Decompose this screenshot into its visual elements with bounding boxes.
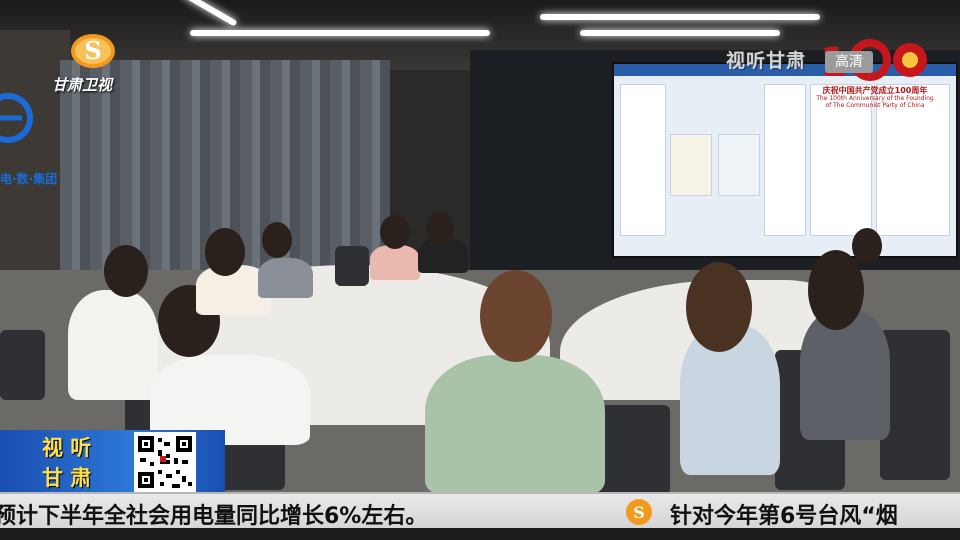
station-logo-icon: S — [626, 499, 652, 525]
ticker-text-right: 针对今年第6号台风“烟 — [670, 504, 898, 529]
person-head — [205, 228, 245, 276]
person-head — [808, 250, 864, 330]
channel-watermark: 视听甘肃 — [726, 50, 807, 72]
person-head — [480, 270, 552, 362]
ceiling-light — [580, 30, 780, 36]
person-head — [852, 228, 882, 264]
person — [425, 355, 605, 495]
ceiling-light — [540, 14, 820, 20]
svg-text:S: S — [84, 36, 101, 65]
screen-panel — [718, 134, 760, 196]
chair — [880, 330, 950, 480]
person-head — [426, 212, 454, 244]
gansu-tv-s-logo-icon: S — [71, 34, 115, 68]
person — [800, 310, 890, 440]
person-head — [262, 222, 292, 258]
anniversary-caption-en: The 100th Anniversary of the Founding of… — [816, 95, 934, 109]
hd-badge: 高清 — [825, 51, 873, 73]
qr-panel-line1: 视 听 — [42, 435, 92, 460]
person — [258, 258, 313, 298]
screen-panel — [764, 84, 806, 236]
person-head — [380, 215, 410, 249]
ceiling-light — [190, 30, 490, 36]
chair — [335, 246, 369, 286]
person — [370, 245, 420, 280]
station-name: 甘肃卫视 — [52, 76, 113, 94]
bottom-strip — [0, 528, 960, 540]
qr-code-icon — [134, 432, 196, 492]
news-ticker: 预计下半年全社会用电量同比增长6%左右。 S 针对今年第6号台风“烟 — [0, 492, 960, 530]
emblem-text: 电·数·集团 — [0, 172, 58, 186]
svg-text:S: S — [633, 503, 645, 522]
chair — [0, 330, 45, 400]
screen-panel — [670, 134, 712, 196]
screen-panel — [620, 84, 666, 236]
person — [68, 290, 158, 400]
qr-panel-line2: 甘 肃 — [42, 465, 92, 490]
company-emblem-icon — [0, 93, 33, 143]
person-head — [686, 262, 752, 352]
ticker-text-left: 预计下半年全社会用电量同比增长6%左右。 — [0, 504, 428, 529]
person-head — [104, 245, 148, 297]
